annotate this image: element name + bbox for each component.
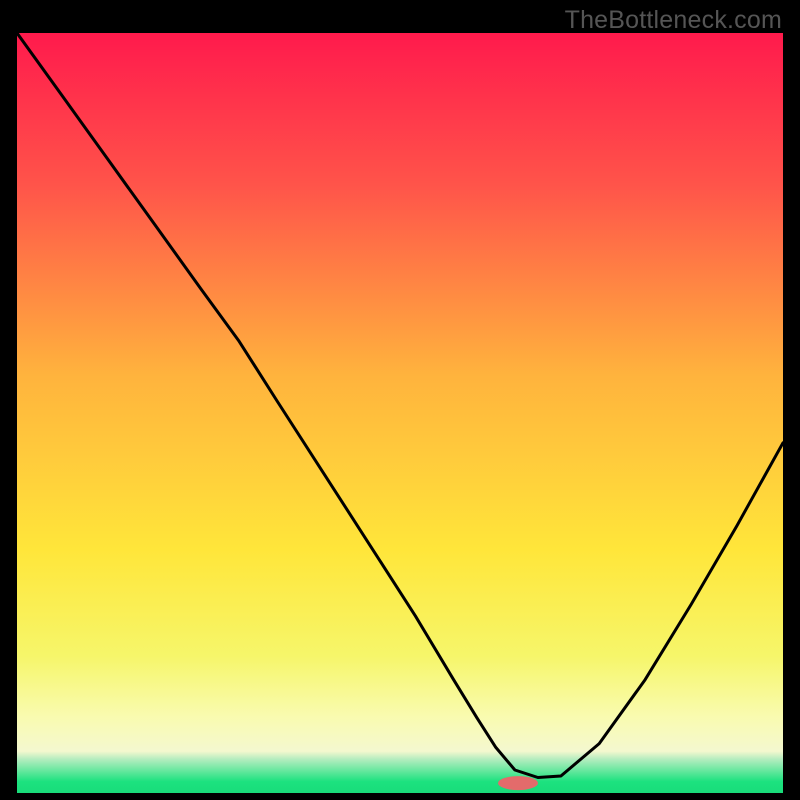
watermark-text: TheBottleneck.com xyxy=(565,6,782,35)
plot-area xyxy=(17,33,783,793)
optimum-marker xyxy=(498,776,538,790)
gradient-background xyxy=(17,33,783,793)
chart-container: TheBottleneck.com xyxy=(0,0,800,800)
plot-svg xyxy=(17,33,783,793)
